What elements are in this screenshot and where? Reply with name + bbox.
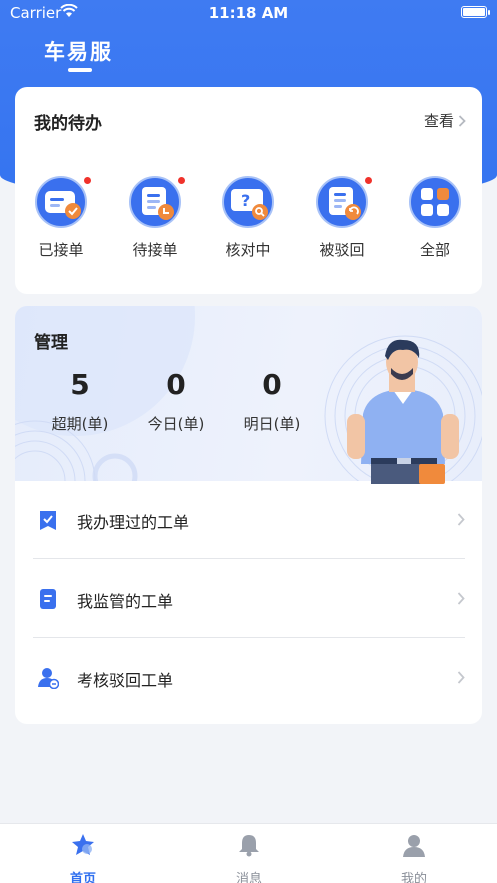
stat-overdue[interactable]: 5 超期(单)	[35, 368, 125, 434]
manage-card: 管理 5 超期(单) 0 今日(单) 0 明日(单) 我办理过的工单 我监管的工…	[15, 306, 482, 724]
status-bar: Carrier 11:18 AM	[0, 0, 497, 26]
menu-label: 我办理过的工单	[77, 513, 190, 532]
tab-profile[interactable]: 我的	[374, 832, 454, 883]
menu-handled-orders[interactable]: 我办理过的工单	[33, 481, 465, 560]
all-grid-icon	[408, 175, 462, 229]
todo-item-label: 全部	[419, 241, 450, 259]
svg-text:?: ?	[241, 191, 250, 210]
stat-value: 0	[262, 368, 282, 401]
menu-review-rejected-orders[interactable]: 考核驳回工单	[33, 639, 465, 718]
menu-supervised-orders[interactable]: 我监管的工单	[33, 560, 465, 639]
tab-label: 首页	[69, 872, 96, 883]
todo-view-more-button[interactable]: 查看	[424, 110, 466, 131]
stat-label: 超期(单)	[51, 415, 109, 433]
stat-tomorrow[interactable]: 0 明日(单)	[227, 368, 317, 434]
todo-shortcuts: 已接单 待接单 ? 核对中 被驳回 全部	[15, 175, 482, 275]
todo-item-label: 核对中	[225, 241, 271, 259]
verifying-icon: ?	[221, 175, 275, 229]
stat-today[interactable]: 0 今日(单)	[131, 368, 221, 434]
chevron-right-icon	[457, 592, 465, 605]
todo-card: 我的待办 查看 已接单 待接单 ? 核对中 被驳回 全部	[15, 87, 482, 294]
notification-dot	[364, 176, 373, 185]
stat-value: 0	[166, 368, 186, 401]
notification-dot	[177, 176, 186, 185]
stat-label: 今日(单)	[147, 415, 205, 433]
chevron-right-icon	[458, 114, 466, 127]
divider	[33, 558, 465, 559]
stat-label: 明日(单)	[243, 415, 301, 433]
bottom-tab-bar: 首页 消息 我的	[0, 823, 497, 883]
todo-item-all[interactable]: 全部	[395, 175, 475, 260]
todo-title: 我的待办	[34, 114, 102, 134]
stat-value: 5	[70, 368, 90, 401]
tab-label: 我的	[400, 872, 427, 883]
tab-label: 消息	[235, 872, 262, 883]
bell-icon	[239, 835, 259, 857]
supervised-order-icon	[40, 589, 56, 609]
view-more-label: 查看	[423, 112, 454, 130]
manage-title: 管理	[34, 333, 68, 353]
title-underline	[68, 68, 92, 72]
todo-item-label: 待接单	[132, 241, 178, 259]
todo-item-label: 被驳回	[319, 241, 365, 259]
todo-item-verifying[interactable]: ? 核对中	[208, 175, 288, 260]
accepted-order-icon	[34, 175, 92, 229]
todo-item-rejected[interactable]: 被驳回	[302, 175, 382, 260]
app-title: 车易服	[44, 40, 113, 64]
clock: 11:18 AM	[208, 4, 289, 22]
profile-icon	[403, 835, 425, 857]
notification-dot	[83, 176, 92, 185]
chevron-right-icon	[457, 513, 465, 526]
tab-home[interactable]: 首页	[43, 832, 123, 883]
menu-label: 我监管的工单	[77, 592, 174, 611]
tab-messages[interactable]: 消息	[209, 832, 289, 883]
pending-order-icon	[128, 175, 186, 229]
manage-banner: 管理 5 超期(单) 0 今日(单) 0 明日(单)	[15, 306, 482, 484]
chevron-right-icon	[457, 671, 465, 684]
businessman-illustration	[347, 339, 459, 484]
battery-icon	[461, 6, 490, 18]
rejected-icon	[315, 175, 373, 229]
divider	[33, 637, 465, 638]
home-icon	[72, 834, 94, 855]
todo-item-label: 已接单	[38, 241, 84, 259]
todo-item-accepted[interactable]: 已接单	[21, 175, 101, 260]
todo-item-pending[interactable]: 待接单	[115, 175, 195, 260]
menu-label: 考核驳回工单	[77, 671, 174, 690]
review-rejected-icon	[38, 668, 59, 689]
handled-order-icon	[40, 511, 56, 530]
